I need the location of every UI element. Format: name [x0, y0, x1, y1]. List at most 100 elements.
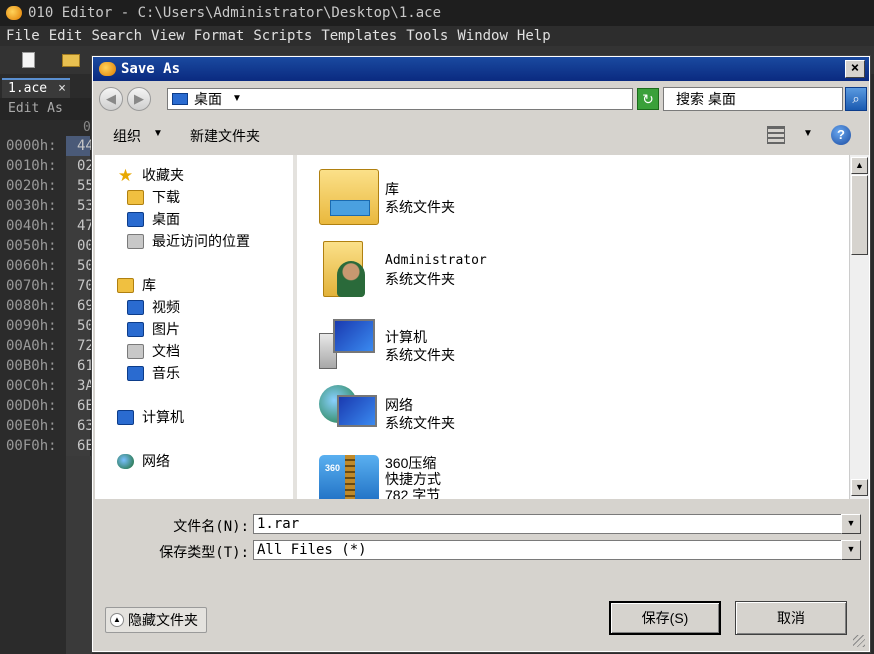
tab-1-ace[interactable]: 1.ace × — [2, 78, 70, 98]
filename-input[interactable]: 1.rar — [253, 514, 861, 534]
save-as-dialog: Save As × ◀ ▶ 桌面 ▼ ▼ ↻ 搜索 桌面 ⌕ 组织 ▼ 新建文件… — [91, 55, 871, 653]
hex-address: 00B0h: — [6, 358, 57, 374]
hex-row: 0010h: 02 — [0, 156, 96, 176]
nav-label: 最近访问的位置 — [152, 233, 250, 249]
hex-empty-area — [66, 456, 92, 654]
hex-cell[interactable]: 6E — [66, 436, 94, 456]
hex-cell[interactable]: 47 — [66, 216, 94, 236]
app-logo-icon — [6, 6, 22, 20]
hex-address: 00A0h: — [6, 338, 57, 354]
hex-cell[interactable]: 02 — [66, 156, 94, 176]
breadcrumb-chevron-icon[interactable]: ▼ — [232, 89, 242, 109]
hex-cell[interactable]: 55 — [66, 176, 94, 196]
nav-item-downloads[interactable]: 下载 — [127, 187, 180, 207]
hex-row: 0020h: 55 — [0, 176, 96, 196]
menu-help[interactable]: Help — [517, 28, 551, 44]
user-folder-icon — [319, 239, 379, 297]
save-form: 文件名(N): 1.rar ▼ 保存类型(T): All Files (*) ▼… — [93, 501, 869, 651]
hex-cell[interactable]: 72 — [66, 336, 94, 356]
view-options-icon[interactable] — [767, 126, 785, 144]
nav-libraries[interactable]: 库 — [117, 275, 156, 295]
hex-cell[interactable]: 53 — [66, 196, 94, 216]
hex-cell[interactable]: 3A — [66, 376, 94, 396]
refresh-button[interactable]: ↻ — [637, 88, 659, 110]
search-icon[interactable]: ⌕ — [845, 87, 867, 111]
hex-row: 00D0h: 6E — [0, 396, 96, 416]
hex-row: 0050h: 00 — [0, 236, 96, 256]
resize-grip[interactable] — [853, 635, 865, 647]
nav-item-desktop[interactable]: 桌面 — [127, 209, 180, 229]
filename-label: 文件名(N): — [173, 519, 249, 535]
hex-address: 0050h: — [6, 238, 57, 254]
new-file-icon[interactable] — [22, 52, 35, 68]
cancel-button[interactable]: 取消 — [735, 601, 847, 635]
vertical-scrollbar[interactable]: ▲ ▼ — [849, 155, 869, 499]
menu-tools[interactable]: Tools — [406, 28, 448, 44]
organize-dropdown-icon[interactable]: ▼ — [153, 128, 163, 139]
hex-cell[interactable]: 00 — [66, 236, 94, 256]
scroll-down-button[interactable]: ▼ — [851, 479, 868, 496]
network-icon — [117, 453, 134, 469]
hex-cell[interactable]: 50 — [66, 256, 94, 276]
hex-cell[interactable]: 44 — [66, 136, 94, 156]
forward-button[interactable]: ▶ — [127, 87, 151, 111]
music-icon — [127, 365, 144, 381]
hex-cell[interactable]: 63 — [66, 416, 94, 436]
editor-tabstrip: 1.ace × — [0, 78, 100, 98]
filetype-select[interactable]: All Files (*) — [253, 540, 861, 560]
menu-file[interactable]: File — [6, 28, 40, 44]
hex-cell[interactable]: 70 — [66, 276, 94, 296]
nav-item-documents[interactable]: 文档 — [127, 341, 180, 361]
save-button[interactable]: 保存(S) — [609, 601, 721, 635]
nav-computer[interactable]: 计算机 — [117, 407, 184, 427]
dialog-close-button[interactable]: × — [845, 60, 865, 78]
nav-item-music[interactable]: 音乐 — [127, 363, 180, 383]
hex-address: 0090h: — [6, 318, 57, 334]
scroll-thumb[interactable] — [851, 175, 868, 255]
hide-folders-button[interactable]: ▲ 隐藏文件夹 — [105, 607, 207, 633]
edit-as-bar: Edit As — [0, 98, 100, 120]
computer-icon — [117, 409, 134, 425]
tab-close-icon[interactable]: × — [58, 80, 66, 97]
back-button[interactable]: ◀ — [99, 87, 123, 111]
nav-item-recent-places[interactable]: 最近访问的位置 — [127, 231, 250, 251]
hex-cell[interactable]: 69 — [66, 296, 94, 316]
organize-button[interactable]: 组织 — [113, 126, 141, 146]
nav-favorites[interactable]: ★ 收藏夹 — [117, 165, 184, 185]
nav-item-videos[interactable]: 视频 — [127, 297, 180, 317]
computer-monitor — [333, 319, 375, 353]
filename-dropdown-button[interactable]: ▼ — [841, 514, 861, 534]
view-dropdown-icon[interactable]: ▼ — [803, 128, 813, 139]
menu-edit[interactable]: Edit — [49, 28, 83, 44]
new-folder-button[interactable]: 新建文件夹 — [190, 126, 260, 146]
hide-folders-label: 隐藏文件夹 — [128, 612, 198, 628]
hex-address: 0000h: — [6, 138, 57, 154]
menu-search[interactable]: Search — [91, 28, 142, 44]
filetype-dropdown-button[interactable]: ▼ — [841, 540, 861, 560]
menu-templates[interactable]: Templates — [321, 28, 397, 44]
search-input[interactable]: 搜索 桌面 — [663, 87, 843, 111]
nav-item-pictures[interactable]: 图片 — [127, 319, 180, 339]
file-type: 系统文件夹 — [385, 271, 455, 287]
hex-row: 00C0h: 3A — [0, 376, 96, 396]
scroll-up-button[interactable]: ▲ — [851, 157, 868, 174]
desktop-icon — [127, 211, 144, 227]
address-bar[interactable]: 桌面 ▼ ▼ — [167, 88, 700, 110]
hex-address: 00C0h: — [6, 378, 57, 394]
network-icon — [319, 381, 379, 437]
filetype-label: 保存类型(T): — [159, 545, 249, 561]
hex-cell[interactable]: 6E — [66, 396, 94, 416]
menu-window[interactable]: Window — [457, 28, 508, 44]
edit-as-label[interactable]: Edit As — [8, 101, 63, 116]
dialog-app-icon — [99, 62, 116, 76]
hex-row: 00A0h: 72 — [0, 336, 96, 356]
hex-row: 00B0h: 61 — [0, 356, 96, 376]
open-folder-icon[interactable] — [62, 54, 80, 67]
hex-cell[interactable]: 61 — [66, 356, 94, 376]
menu-format[interactable]: Format — [194, 28, 245, 44]
hex-cell[interactable]: 50 — [66, 316, 94, 336]
menu-scripts[interactable]: Scripts — [253, 28, 312, 44]
help-icon[interactable]: ? — [831, 125, 851, 145]
menu-view[interactable]: View — [151, 28, 185, 44]
nav-network[interactable]: 网络 — [117, 451, 170, 471]
